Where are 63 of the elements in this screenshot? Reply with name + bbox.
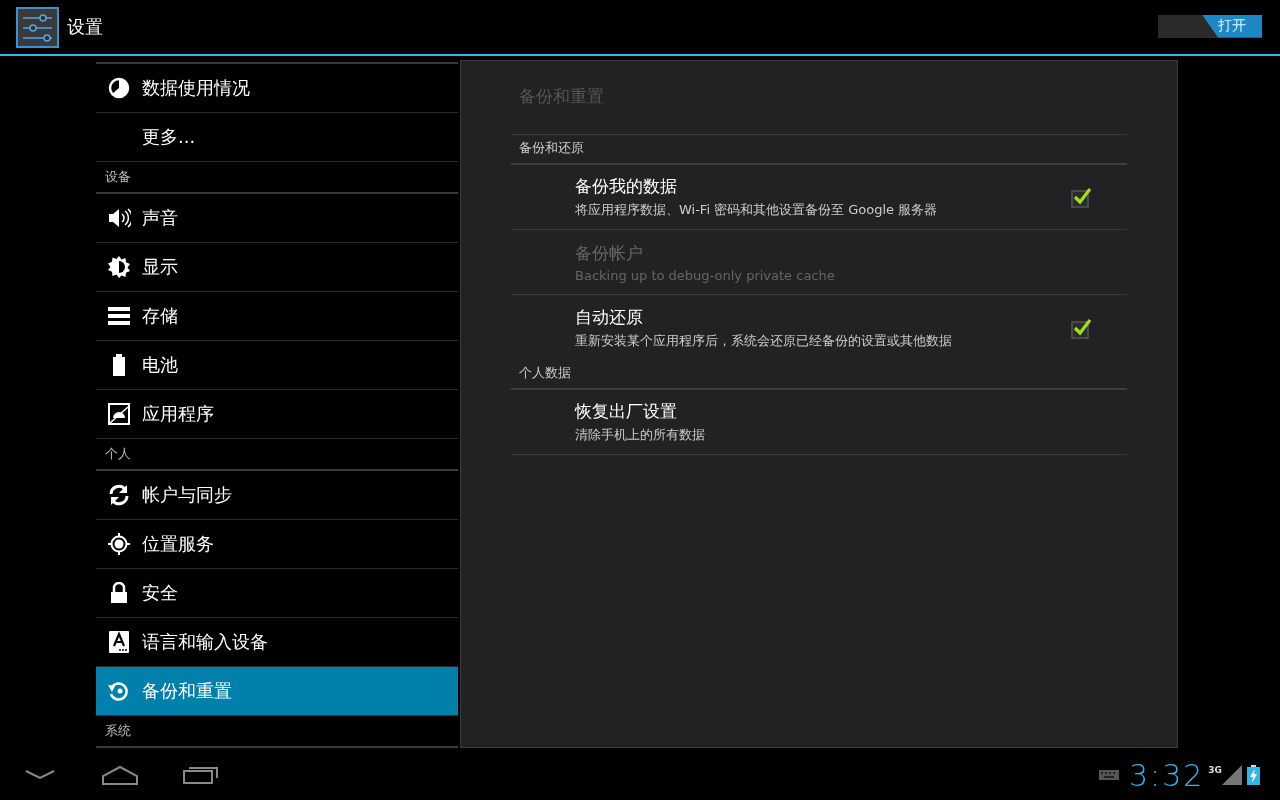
sidebar-item-label: 位置服务 <box>142 532 214 556</box>
speaker-icon <box>107 206 131 230</box>
target-icon <box>107 532 131 556</box>
preference-title: 恢复出厂设置 <box>575 400 678 423</box>
preference-row[interactable]: 自动还原 重新安装某个应用程序后，系统会还原已经备份的设置或其他数据 <box>511 295 1127 360</box>
preference-title: 备份帐户 <box>575 241 644 265</box>
sidebar-item-label: 应用程序 <box>142 402 214 426</box>
section-header: 系统 <box>96 715 458 748</box>
battery-icon <box>112 354 126 376</box>
section-header: 备份和还原 <box>511 135 1127 165</box>
section-header: 设备 <box>96 161 458 194</box>
letter-a-icon <box>108 630 130 654</box>
settings-app-icon[interactable] <box>16 6 59 48</box>
preference-title: 自动还原 <box>575 305 644 329</box>
clock-time: 3:32 <box>1128 757 1205 793</box>
toggle-switch[interactable]: 打开 <box>1158 14 1262 38</box>
keyboard-icon <box>1098 770 1119 780</box>
checkbox[interactable] <box>1071 186 1093 208</box>
charging-battery-icon <box>1247 765 1260 785</box>
sidebar-item-label: 帐户与同步 <box>142 483 232 507</box>
preference-row[interactable]: 恢复出厂设置 清除手机上的所有数据 <box>511 390 1127 455</box>
checkbox[interactable] <box>1071 316 1093 339</box>
sync-arrows-icon <box>107 483 131 507</box>
network-type: 3G <box>1208 765 1222 775</box>
sidebar-item-label: 数据使用情况 <box>142 76 250 100</box>
sidebar-item[interactable]: 显示 <box>96 242 458 291</box>
sidebar-item-label: 安全 <box>142 581 178 605</box>
sidebar-item[interactable]: 电池 <box>96 340 458 389</box>
sidebar-item-label: 电池 <box>142 353 178 377</box>
section-header: 个人数据 <box>511 360 1127 390</box>
sidebar-item[interactable]: 安全 <box>96 568 458 617</box>
preference-summary: Backing up to debug-only private cache <box>575 267 836 283</box>
sidebar-item[interactable]: 数据使用情况 <box>96 62 458 112</box>
sidebar-item-label: 存储 <box>142 304 178 328</box>
sidebar-item[interactable]: 更多... <box>96 112 458 161</box>
sidebar-item[interactable]: 备份和重置 <box>96 666 458 715</box>
sidebar-item-label: 声音 <box>142 206 178 230</box>
sidebar-item-label: 语言和输入设备 <box>142 630 268 654</box>
sidebar-item-label: 显示 <box>142 255 178 279</box>
sidebar-item-label: 备份和重置 <box>142 679 232 703</box>
preference-title: 备份我的数据 <box>575 175 678 198</box>
storage-icon <box>108 306 130 326</box>
preference-summary: 将应用程序数据、Wi-Fi 密码和其他设置备份至 Google 服务器 <box>575 201 939 219</box>
pie-chart-icon <box>108 77 130 99</box>
section-header: 个人 <box>96 438 458 471</box>
sidebar-item[interactable]: 应用程序 <box>96 389 458 438</box>
sidebar-item[interactable]: 声音 <box>96 194 458 242</box>
preference-row[interactable]: 备份我的数据 将应用程序数据、Wi-Fi 密码和其他设置备份至 Google 服务器 <box>511 165 1127 230</box>
recent-apps-icon[interactable] <box>183 765 219 785</box>
signal-icon <box>1222 765 1242 785</box>
screen-title: 设置 <box>67 15 104 39</box>
sidebar-item[interactable]: 存储 <box>96 291 458 340</box>
preference-summary: 清除手机上的所有数据 <box>575 426 706 444</box>
home-icon[interactable] <box>101 765 139 785</box>
lock-icon <box>110 582 128 604</box>
sidebar-item-label: 更多... <box>142 125 196 149</box>
restore-icon <box>107 679 131 703</box>
preference-summary: 重新安装某个应用程序后，系统会还原已经备份的设置或其他数据 <box>575 331 953 350</box>
brightness-icon <box>107 255 131 279</box>
back-chevron-icon[interactable] <box>24 768 56 782</box>
sidebar-item[interactable]: 帐户与同步 <box>96 471 458 519</box>
sidebar-item[interactable]: 位置服务 <box>96 519 458 568</box>
app-window-icon <box>108 403 130 425</box>
